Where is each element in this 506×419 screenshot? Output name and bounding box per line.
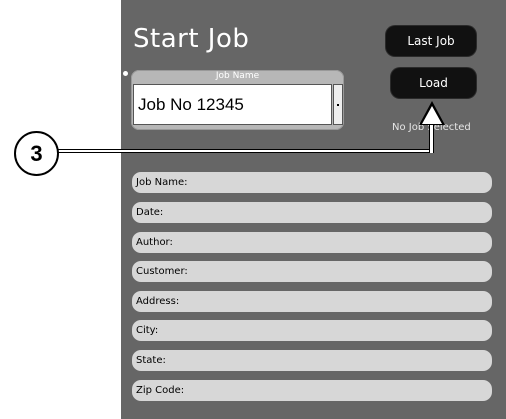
zip-code-field[interactable]: Zip Code: xyxy=(132,380,492,401)
customer-field[interactable]: Customer: xyxy=(132,261,492,282)
job-name-picker[interactable]: Job Name Job No 12345 xyxy=(131,70,344,130)
job-name-select[interactable]: Job No 12345 xyxy=(133,84,332,125)
page-title: Start Job xyxy=(133,24,250,54)
address-field[interactable]: Address: xyxy=(132,291,492,312)
load-button[interactable]: Load xyxy=(391,68,476,98)
arrow-up-icon-inner xyxy=(422,106,442,124)
callout-line xyxy=(55,149,433,153)
job-name-field[interactable]: Job Name: xyxy=(132,172,492,193)
picker-scroll-icon[interactable] xyxy=(333,84,343,125)
callout-badge: 3 xyxy=(14,131,59,176)
picker-label: Job Name xyxy=(215,71,260,81)
indicator-dot xyxy=(123,71,128,76)
author-field[interactable]: Author: xyxy=(132,232,492,253)
callout-arrow-shaft-inner xyxy=(430,123,433,153)
date-field[interactable]: Date: xyxy=(132,202,492,223)
picker-value: Job No 12345 xyxy=(138,94,244,114)
last-job-button[interactable]: Last Job xyxy=(386,26,476,56)
city-field[interactable]: City: xyxy=(132,320,492,341)
state-field[interactable]: State: xyxy=(132,350,492,371)
